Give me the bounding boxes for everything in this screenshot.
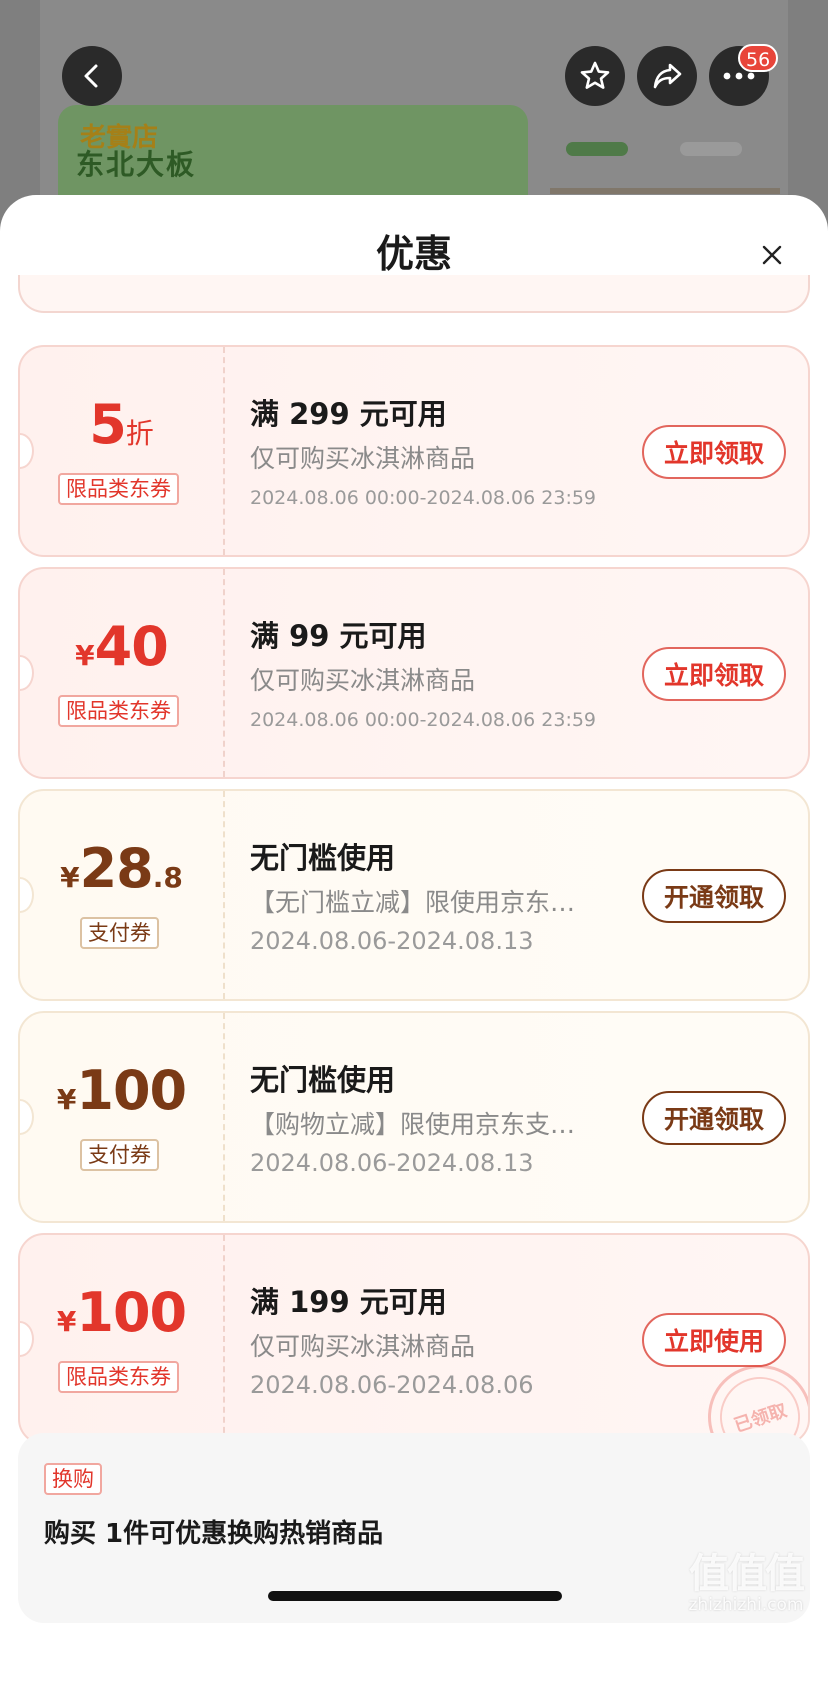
coupon-card: 5折 限品类东券 满 299 元可用 仅可购买冰淇淋商品 2024.08.06 … [18, 345, 810, 557]
use-now-button[interactable]: 立即使用 [642, 1313, 786, 1367]
message-count-badge: 56 [738, 44, 779, 72]
coupon-amount: ¥28.8 [20, 837, 223, 900]
coupon-value: ¥100 限品类东券 [20, 1235, 223, 1443]
coupon-value: ¥100 支付券 [20, 1013, 223, 1221]
watermark-domain: zhizhizhi.com [688, 1595, 804, 1615]
coupon-amount: ¥40 [20, 615, 223, 678]
amount-unit: 折 [125, 417, 154, 450]
coupon-title: 满 299 元可用 [250, 397, 447, 431]
coupon-description: 仅可购买冰淇淋商品 [250, 666, 476, 695]
coupon-card: ¥28.8 支付券 无门槛使用 【无门槛立减】限使用京东… 2024.08.06… [18, 789, 810, 1001]
star-icon [580, 61, 610, 89]
currency-symbol: ¥ [56, 1083, 77, 1116]
coupon-date: 2024.08.06 00:00-2024.08.06 23:59 [250, 487, 597, 509]
coupon-title: 满 199 元可用 [250, 1285, 447, 1319]
claim-button[interactable]: 立即领取 [642, 425, 786, 479]
trade-in-tag: 换购 [44, 1463, 102, 1495]
coupon-type-tag: 支付券 [80, 1139, 159, 1171]
site-watermark: 值值值 zhizhizhi.com [676, 1541, 816, 1615]
coupon-date: 2024.08.06-2024.08.13 [250, 1149, 534, 1177]
chevron-left-icon [84, 64, 98, 88]
home-indicator[interactable] [268, 1591, 562, 1601]
coupon-divider [223, 791, 225, 999]
coupon-description: 仅可购买冰淇淋商品 [250, 1332, 476, 1361]
amount-number: 5 [89, 393, 127, 456]
amount-number: 28 [79, 837, 154, 900]
back-button[interactable] [62, 46, 122, 106]
coupon-date: 2024.08.06-2024.08.06 [250, 1371, 534, 1399]
share-button[interactable] [637, 46, 697, 106]
coupon-value: ¥28.8 支付券 [20, 791, 223, 999]
coupon-amount: 5折 [20, 393, 223, 456]
currency-symbol: ¥ [60, 861, 80, 894]
close-button[interactable] [752, 235, 792, 275]
coupon-amount: ¥100 [20, 1059, 223, 1122]
coupon-date: 2024.08.06-2024.08.13 [250, 927, 534, 955]
coupon-card: ¥100 限品类东券 满 199 元可用 仅可购买冰淇淋商品 2024.08.0… [18, 1233, 810, 1445]
claim-button[interactable]: 立即领取 [642, 647, 786, 701]
coupon-date: 2024.08.06 00:00-2024.08.06 23:59 [250, 709, 597, 731]
amount-number: 40 [94, 615, 169, 678]
offers-sheet: 优惠 5折 限品类东券 满 299 元可用 仅可购买冰淇淋商品 2024.08.… [0, 195, 828, 1683]
thumb-tag [566, 142, 628, 156]
coupon-divider [223, 347, 225, 555]
favorite-button[interactable] [565, 46, 625, 106]
currency-symbol: ¥ [56, 1305, 77, 1338]
thumb-tag [680, 142, 742, 156]
coupon-divider [223, 569, 225, 777]
close-icon [762, 245, 782, 265]
share-arrow-icon [653, 63, 682, 89]
more-dots-icon [723, 72, 755, 80]
coupon-title: 无门槛使用 [250, 1063, 396, 1097]
activate-claim-button[interactable]: 开通领取 [642, 1091, 786, 1145]
coupon-description: 【购物立减】限使用京东支… [250, 1110, 576, 1139]
amount-number: 100 [76, 1059, 187, 1122]
coupon-value: 5折 限品类东券 [20, 347, 223, 555]
amount-number: 100 [76, 1281, 187, 1344]
coupon-type-tag: 限品类东券 [58, 695, 179, 727]
banner-title: 东北大板 [76, 148, 197, 181]
sheet-title: 优惠 [375, 232, 452, 276]
coupon-card: ¥100 支付券 无门槛使用 【购物立减】限使用京东支… 2024.08.06-… [18, 1011, 810, 1223]
coupon-card: ¥40 限品类东券 满 99 元可用 仅可购买冰淇淋商品 2024.08.06 … [18, 567, 810, 779]
activate-claim-button[interactable]: 开通领取 [642, 869, 786, 923]
coupon-amount: ¥100 [20, 1281, 223, 1344]
coupon-title: 无门槛使用 [250, 841, 396, 875]
amount-decimal: .8 [152, 861, 183, 894]
watermark-logo: 值值值 [689, 1551, 805, 1597]
coupon-value: ¥40 限品类东券 [20, 569, 223, 777]
coupon-type-tag: 限品类东券 [58, 473, 179, 505]
coupon-type-tag: 限品类东券 [58, 1361, 179, 1393]
currency-symbol: ¥ [75, 639, 95, 672]
coupon-type-tag: 支付券 [80, 917, 159, 949]
product-thumb-strip [550, 188, 780, 194]
coupon-title: 满 99 元可用 [250, 619, 427, 653]
trade-in-text: 购买 1件可优惠换购热销商品 [44, 1519, 384, 1549]
coupon-card-partial [18, 275, 810, 313]
coupon-description: 仅可购买冰淇淋商品 [250, 444, 476, 473]
coupon-divider [223, 1235, 225, 1443]
coupon-description: 【无门槛立减】限使用京东… [250, 888, 576, 917]
coupon-divider [223, 1013, 225, 1221]
